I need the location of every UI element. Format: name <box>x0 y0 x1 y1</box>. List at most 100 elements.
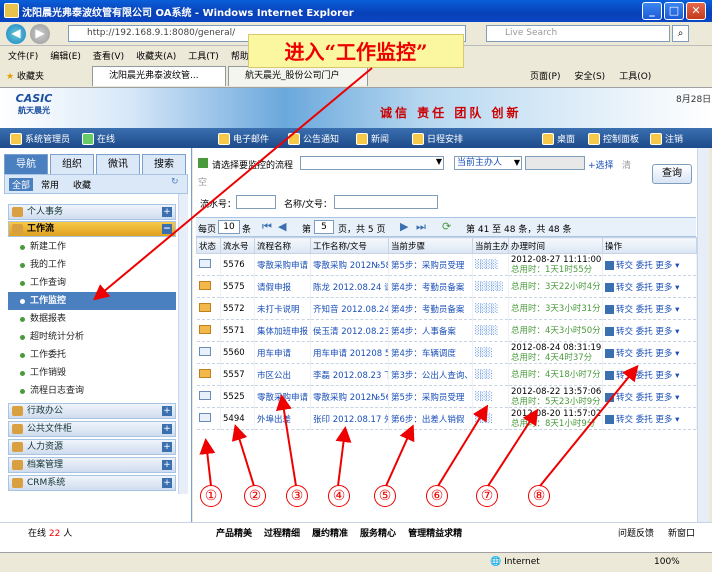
nav-group-workflow[interactable]: 工作流 − <box>8 221 176 237</box>
envelope-open-icon[interactable] <box>198 412 211 422</box>
favorites-button[interactable]: ★ 收藏夹 <box>6 69 44 82</box>
table-row[interactable]: 5560 用车申请 用车申请 201208 5 第4步：车辆调度 ░░░ 2012-08-… <box>196 341 697 364</box>
close-button[interactable]: ✕ <box>686 2 706 20</box>
chevron-down-icon[interactable]: ▾ <box>675 283 679 293</box>
ops-links[interactable]: 转交 委托 更多 <box>616 349 672 359</box>
envelope-closed-icon[interactable] <box>198 324 211 334</box>
step-link[interactable]: 第4步：车辆调度 <box>388 341 473 364</box>
flow-name-link[interactable]: 外埠出差 <box>254 407 311 430</box>
host-input[interactable] <box>525 156 585 170</box>
table-row[interactable]: 5571 集体加班申报 侯玉清 2012.08.23 第4步：人事备案 ░░░░ 总用时：… <box>196 319 697 342</box>
nav-item-work-destroy[interactable]: 工作销毁 <box>8 364 176 382</box>
menu-page[interactable]: 页面(P) <box>530 69 560 82</box>
ops-links[interactable]: 转交 委托 更多 <box>616 261 672 271</box>
tab-portal[interactable]: 航天晨光_股份公司门户 <box>228 66 368 86</box>
nav-group-hr[interactable]: 人力资源 + <box>8 439 176 455</box>
chevron-down-icon[interactable]: ▾ <box>675 393 679 403</box>
ops-links[interactable]: 转交 委托 更多 <box>616 305 672 315</box>
subtab-all[interactable]: 全部 <box>9 178 34 191</box>
select-host-link[interactable]: +选择 <box>588 158 614 171</box>
minimize-button[interactable]: _ <box>642 2 662 20</box>
table-row[interactable]: 5575 请假申报 陈龙 2012.08.24 请第4步：考勤员备案 ░░░░░ 总用时… <box>196 275 697 298</box>
tab-navigation[interactable]: 导航 <box>4 154 48 174</box>
toolbar-news[interactable]: 新闻 <box>356 132 389 145</box>
chevron-down-icon[interactable]: ▾ <box>675 327 679 337</box>
tab-oa-system[interactable]: 沈阳晨光弗泰波纹管... <box>92 66 226 86</box>
chevron-down-icon[interactable]: ▾ <box>675 415 679 425</box>
menu-tools-right[interactable]: 工具(O) <box>619 69 651 82</box>
first-page-icon[interactable]: ⏮ <box>262 220 272 234</box>
flow-name-link[interactable]: 市区公出 <box>254 363 311 386</box>
name-input[interactable] <box>334 195 438 209</box>
step-link[interactable]: 第3步：公出人查询、 <box>388 363 473 386</box>
toolbar-notice[interactable]: 公告通知 <box>288 132 339 145</box>
col-state[interactable]: 状态 <box>196 237 221 254</box>
menu-tools[interactable]: 工具(T) <box>188 49 219 62</box>
step-link[interactable]: 第4步：考勤员备案 <box>388 275 473 298</box>
nav-group-admin[interactable]: 行政办公 + <box>8 403 176 419</box>
work-name-link[interactable]: 陈龙 2012.08.24 请 <box>310 275 389 298</box>
search-icon[interactable]: ⌕ <box>672 25 689 42</box>
flow-name-link[interactable]: 零散采购申请 <box>254 385 311 408</box>
chevron-down-icon[interactable]: ▾ <box>675 305 679 315</box>
ops-links[interactable]: 转交 委托 更多 <box>616 371 672 381</box>
nav-item-work-monitor[interactable]: 工作监控 <box>8 292 176 310</box>
prev-page-icon[interactable]: ◀ <box>278 220 286 233</box>
envelope-closed-icon[interactable] <box>198 302 211 312</box>
menu-file[interactable]: 文件(F) <box>8 49 38 62</box>
toolbar-logout[interactable]: 注销 <box>650 132 683 145</box>
flow-name-link[interactable]: 未打卡说明 <box>254 297 311 320</box>
nav-group-archive[interactable]: 档案管理 + <box>8 457 176 473</box>
next-page-icon[interactable]: ▶ <box>400 220 408 233</box>
ops-links[interactable]: 转交 委托 更多 <box>616 327 672 337</box>
table-row[interactable]: 5494 外埠出差 张印 2012.08.17 外第6步：出差人销假 ░░░ 2012-… <box>196 407 697 430</box>
col-time[interactable]: 办理时间 <box>508 237 603 254</box>
step-link[interactable]: 第5步：采购员受理 <box>388 253 473 276</box>
work-name-link[interactable]: 侯玉清 2012.08.23 <box>310 319 389 342</box>
flow-name-link[interactable]: 用车申请 <box>254 341 311 364</box>
col-host[interactable]: 当前主办人 <box>472 237 509 254</box>
tab-search[interactable]: 搜索 <box>142 154 186 174</box>
left-scrollbar[interactable] <box>178 194 188 494</box>
envelope-open-icon[interactable] <box>198 258 211 268</box>
subtab-favorites[interactable]: 收藏 <box>73 178 91 191</box>
work-name-link[interactable]: 齐知音 2012.08.24 <box>310 297 389 320</box>
work-name-link[interactable]: 零散采购 2012№584 <box>310 253 389 276</box>
table-row[interactable]: 5576 零散采购申请 零散采购 2012№584 第5步：采购员受理 ░░░░ 2012… <box>196 253 697 276</box>
menu-edit[interactable]: 编辑(E) <box>50 49 81 62</box>
toolbar-schedule[interactable]: 日程安排 <box>412 132 463 145</box>
col-flow-name[interactable]: 流程名称 <box>254 237 311 254</box>
chevron-down-icon[interactable]: ▾ <box>675 261 679 271</box>
col-work-name[interactable]: 工作名称/文号 <box>310 237 389 254</box>
page-input[interactable]: 5 <box>314 220 334 234</box>
step-link[interactable]: 第4步：考勤员备案 <box>388 297 473 320</box>
new-window-link[interactable]: 新窗口 <box>668 526 695 539</box>
col-ops[interactable]: 操作 <box>602 237 697 254</box>
step-link[interactable]: 第4步：人事备案 <box>388 319 473 342</box>
maximize-button[interactable]: □ <box>664 2 684 20</box>
last-page-icon[interactable]: ⏭ <box>416 220 426 234</box>
nav-item-work-query[interactable]: 工作查询 <box>8 274 176 292</box>
toolbar-desktop[interactable]: 桌面 <box>542 132 575 145</box>
ops-links[interactable]: 转交 委托 更多 <box>616 415 672 425</box>
host-select[interactable]: 当前主办人 ▼ <box>454 156 522 170</box>
forward-arrow-icon[interactable]: ▶ <box>30 24 50 44</box>
query-button[interactable]: 查询 <box>652 164 692 184</box>
flow-name-link[interactable]: 集体加班申报 <box>254 319 311 342</box>
work-name-link[interactable]: 李磊 2012.08.23 下 <box>310 363 389 386</box>
flow-select[interactable]: ▼ <box>300 156 444 170</box>
nav-item-my-work[interactable]: 我的工作 <box>8 256 176 274</box>
table-row[interactable]: 5572 未打卡说明 齐知音 2012.08.24 第4步：考勤员备案 ░░░░ 总用时：… <box>196 297 697 320</box>
envelope-closed-icon[interactable] <box>198 368 211 378</box>
zoom-level[interactable]: 100% <box>654 557 680 567</box>
envelope-closed-icon[interactable] <box>198 280 211 290</box>
flow-name-link[interactable]: 请假申报 <box>254 275 311 298</box>
nav-group-crm[interactable]: CRM系统 + <box>8 475 176 491</box>
toolbar-email[interactable]: 电子邮件 <box>218 132 269 145</box>
step-link[interactable]: 第5步：采购员受理 <box>388 385 473 408</box>
back-arrow-icon[interactable]: ◀ <box>6 24 26 44</box>
tab-messages[interactable]: 微讯 <box>96 154 140 174</box>
feedback-link[interactable]: 问题反馈 <box>618 526 654 539</box>
work-name-link[interactable]: 张印 2012.08.17 外 <box>310 407 389 430</box>
nav-item-work-delegate[interactable]: 工作委托 <box>8 346 176 364</box>
